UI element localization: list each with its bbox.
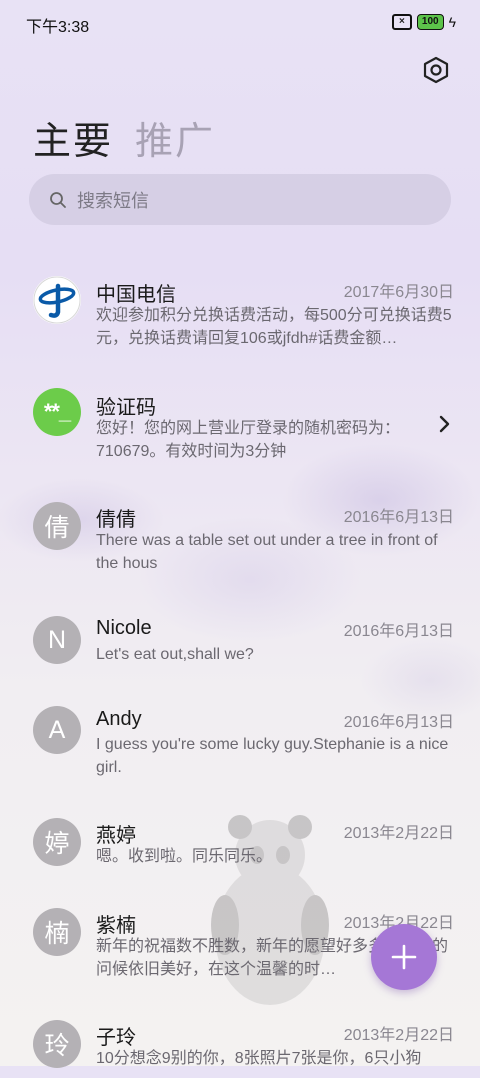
status-icons: × 100 ϟ: [391, 14, 456, 30]
message-date: 2013年2月22日: [343, 1027, 454, 1044]
settings-button[interactable]: [420, 54, 452, 86]
conversation-item-china-telecom[interactable]: 中国电信 2017年6月30日 欢迎参加积分兑换话费活动，每500分可兑换话费5…: [0, 270, 480, 380]
conversation-item-andy[interactable]: A Andy 2016年6月13日 I guess you're some lu…: [0, 704, 480, 814]
tab-promotions[interactable]: 推广: [135, 110, 215, 165]
contact-name: 紫楠: [96, 915, 136, 937]
avatar: 楠: [33, 908, 81, 956]
conversation-item-ziling[interactable]: 玲 子玲 2013年2月22日 10分想念9别的你，8张照片7张是你，6只小狗: [0, 1018, 480, 1078]
message-date: 2016年6月13日: [343, 509, 454, 526]
conversation-item-qianqian[interactable]: 倩 倩倩 2016年6月13日 There was a table set ou…: [0, 500, 480, 610]
message-preview: Let's eat out,shall we?: [96, 646, 254, 663]
no-sim-icon: ×: [391, 14, 412, 30]
conversation-item-verification-code[interactable]: **_ 验证码 您好！您的网上营业厅登录的随机密码为：710679。有效时间为3…: [0, 382, 480, 492]
conversation-item-yanting[interactable]: 婷 燕婷 2013年2月22日 嗯。收到啦。同乐同乐。: [0, 816, 480, 906]
avatar: 倩: [33, 502, 81, 550]
settings-hexagon-icon: [423, 56, 449, 84]
status-bar: 下午3:38 × 100 ϟ: [0, 0, 480, 44]
message-preview: I guess you're some lucky guy.Stephanie …: [96, 736, 449, 776]
message-preview: 10分想念9别的你，8张照片7张是你，6只小狗: [96, 1050, 422, 1067]
conversation-item-nicole[interactable]: N Nicole 2016年6月13日 Let's eat out,shall …: [0, 614, 480, 704]
china-telecom-logo-icon: [33, 276, 81, 324]
search-icon: [50, 191, 66, 208]
avatar: A: [33, 706, 81, 754]
message-date: 2016年6月13日: [343, 623, 454, 640]
avatar: [33, 276, 81, 324]
contact-name: 中国电信: [96, 284, 176, 306]
contact-name: 燕婷: [96, 825, 136, 847]
avatar: 婷: [33, 818, 81, 866]
contact-name: 子玲: [96, 1027, 136, 1049]
message-preview: There was a table set out under a tree i…: [96, 532, 438, 572]
contact-name: 倩倩: [96, 509, 136, 531]
message-date: 2017年6月30日: [343, 284, 454, 301]
message-preview: 欢迎参加积分兑换话费活动，每500分可兑换话费5元，兑换话费请回复106或jfd…: [96, 307, 452, 347]
status-time: 下午3:38: [26, 19, 90, 36]
avatar: **_: [33, 388, 81, 436]
avatar: N: [33, 616, 81, 664]
battery-icon: 100: [416, 14, 444, 30]
tab-main[interactable]: 主要: [33, 110, 113, 165]
plus-icon: [391, 944, 417, 970]
message-date: 2013年2月22日: [343, 825, 454, 842]
search-placeholder: 搜索短信: [77, 190, 149, 211]
message-date: 2016年6月13日: [343, 714, 454, 731]
new-message-button[interactable]: [371, 924, 437, 990]
charging-icon: ϟ: [448, 14, 456, 30]
tab-bar: 主要 推广: [33, 110, 215, 165]
contact-name: 验证码: [96, 397, 156, 419]
chevron-right-icon[interactable]: [438, 414, 450, 434]
message-preview: 您好！您的网上营业厅登录的随机密码为：710679。有效时间为3分钟: [96, 420, 401, 460]
contact-name: Andy: [96, 708, 142, 730]
search-input[interactable]: 搜索短信: [29, 174, 451, 225]
contact-name: Nicole: [96, 617, 152, 639]
message-preview: 嗯。收到啦。同乐同乐。: [96, 848, 273, 865]
avatar: 玲: [33, 1020, 81, 1068]
